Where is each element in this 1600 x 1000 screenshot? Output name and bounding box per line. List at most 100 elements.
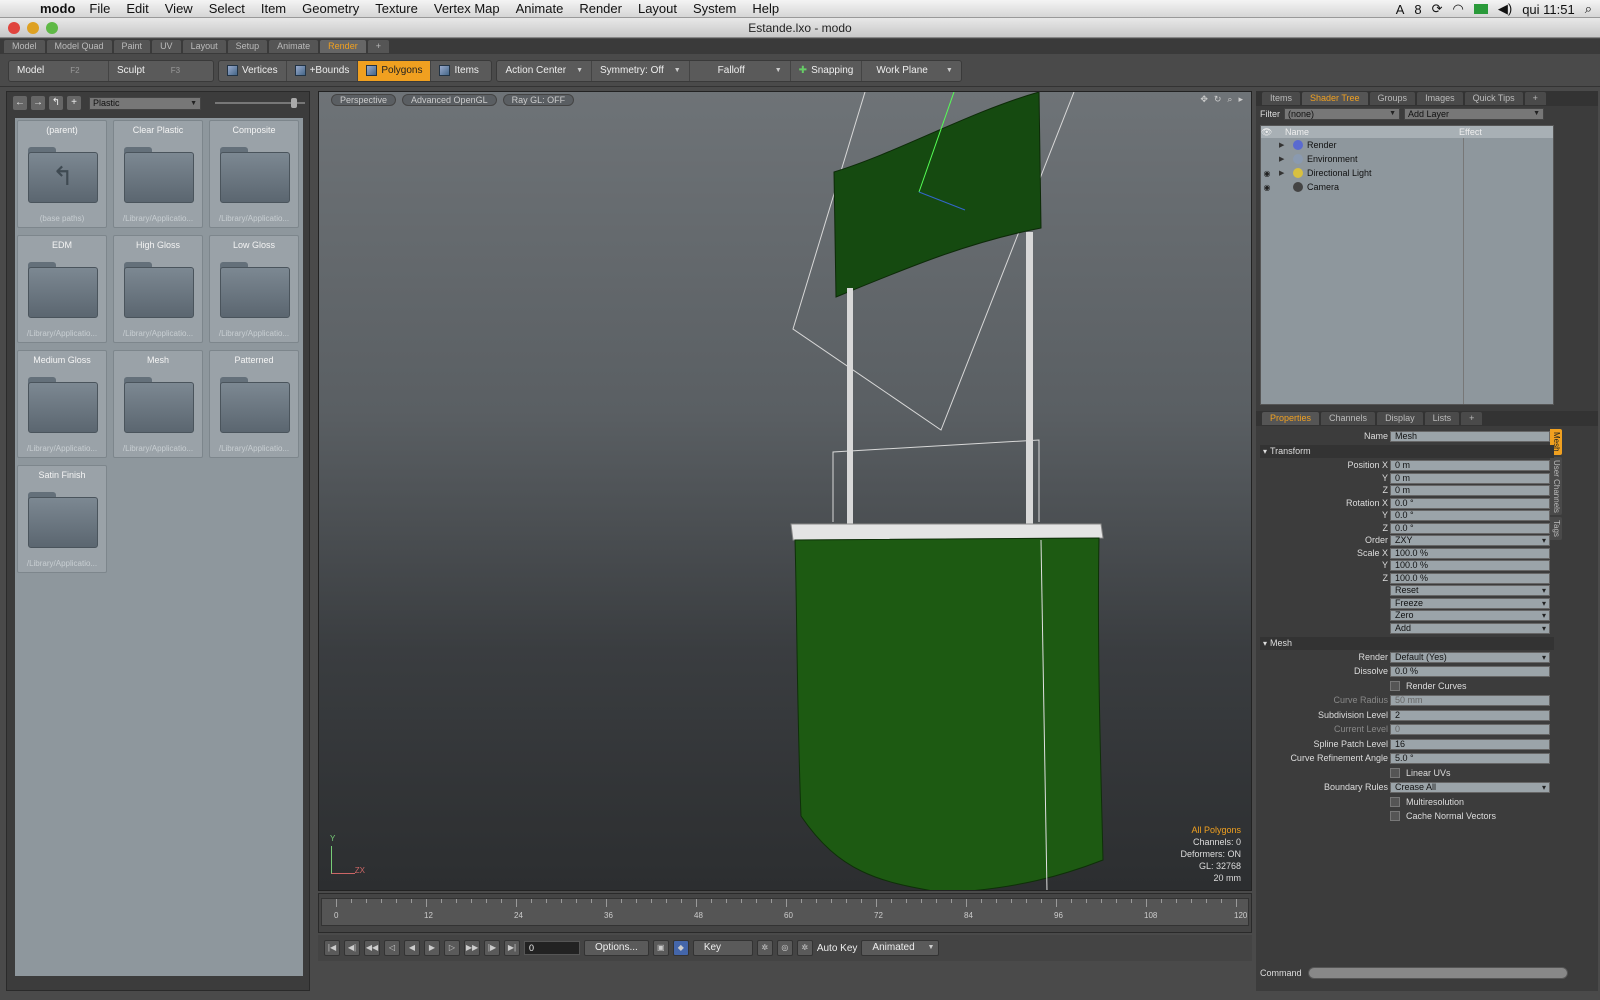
shading-button[interactable]: Advanced OpenGL [402, 94, 497, 106]
tab-display[interactable]: Display [1377, 412, 1423, 425]
shader-tree-row[interactable]: ▶ Environment [1261, 152, 1553, 166]
menu-layout[interactable]: Layout [638, 1, 677, 16]
add-property-tab[interactable]: + [1461, 412, 1483, 425]
rotation-x-field[interactable]: 0.0 ° [1390, 497, 1550, 509]
prev-key-icon[interactable]: ◀| [344, 940, 360, 956]
current-level-field[interactable]: 0 [1390, 724, 1550, 735]
zoom-icon[interactable]: ⌕ [1227, 94, 1232, 105]
model-button[interactable]: Model F2 [9, 60, 109, 81]
tab-channels[interactable]: Channels [1321, 412, 1376, 425]
play-reverse-icon[interactable]: ◀ [404, 940, 420, 956]
add-panel-tab[interactable]: + [1524, 92, 1546, 105]
flag-icon[interactable] [1473, 4, 1488, 14]
tab-groups[interactable]: Groups [1369, 92, 1416, 105]
next-frame-icon[interactable]: ▷ [444, 940, 460, 956]
frame-input[interactable]: 0 [524, 941, 580, 955]
position-x-field[interactable]: 0 m [1390, 460, 1550, 471]
falloff-dropdown[interactable]: Falloff ▼ [690, 60, 791, 81]
add-tab-button[interactable]: + [367, 40, 389, 53]
visibility-eye-icon[interactable]: ◉ [1261, 183, 1273, 192]
cache-normals-checkbox[interactable] [1390, 811, 1400, 821]
filter-select[interactable]: (none) ▼ [1284, 108, 1400, 120]
camera-icon[interactable]: ▣ [652, 940, 669, 956]
prev-frame-icon[interactable]: ◁ [384, 940, 400, 956]
preset-path-select[interactable]: Plastic ▼ [89, 96, 201, 110]
rotation-y-field[interactable]: 0.0 ° [1390, 510, 1550, 521]
clock[interactable]: qui 11:51 [1522, 2, 1575, 17]
dissolve-field[interactable]: 0.0 % [1390, 666, 1550, 677]
add-layer-select[interactable]: Add Layer ▼ [1404, 108, 1544, 120]
add-dropdown[interactable]: Add [1390, 622, 1550, 634]
sync-icon[interactable]: ⟳ [1432, 1, 1443, 17]
key-icon[interactable]: ◆ [672, 940, 689, 956]
tab-quick-tips[interactable]: Quick Tips [1464, 92, 1523, 105]
preset-cell[interactable]: Composite/Library/Applicatio... [209, 120, 299, 228]
tab-uv[interactable]: UV [152, 40, 181, 53]
sculpt-button[interactable]: Sculpt F3 [109, 61, 213, 81]
expand-triangle-icon[interactable]: ▶ [1279, 155, 1289, 163]
expand-icon[interactable]: ▸ [1238, 94, 1243, 105]
preset-cell[interactable]: High Gloss/Library/Applicatio... [113, 235, 203, 343]
animated-dropdown[interactable]: Animated ▼ [861, 940, 940, 956]
shader-tree-row[interactable]: ▶ Render [1261, 138, 1553, 152]
render-curves-checkbox[interactable] [1390, 680, 1400, 691]
zoom-window-icon[interactable] [46, 22, 58, 34]
polygons-button[interactable]: Polygons [358, 60, 432, 81]
items-button[interactable]: Items [431, 61, 491, 81]
name-field[interactable]: Mesh [1390, 431, 1550, 442]
action-center-dropdown[interactable]: Action Center ▼ [497, 60, 593, 81]
record-icon[interactable]: ◎ [776, 940, 793, 956]
preset-cell[interactable]: Medium Gloss/Library/Applicatio... [17, 350, 107, 458]
rotation-z-field[interactable]: 0.0 ° [1390, 522, 1550, 534]
menu-vertex-map[interactable]: Vertex Map [434, 1, 500, 16]
preset-cell[interactable]: Mesh/Library/Applicatio... [113, 350, 203, 458]
freeze-dropdown[interactable]: Freeze [1390, 597, 1550, 609]
tab-paint[interactable]: Paint [113, 40, 151, 53]
curve-refinement-field[interactable]: 5.0 ° [1390, 753, 1550, 764]
key-all-icon[interactable]: ✲ [756, 940, 773, 956]
forward-arrow-icon[interactable]: → [31, 96, 45, 110]
menu-render[interactable]: Render [579, 1, 622, 16]
menu-system[interactable]: System [693, 1, 736, 16]
menu-view[interactable]: View [165, 1, 193, 16]
key-button[interactable]: Key [692, 940, 753, 956]
tab-render[interactable]: Render [320, 40, 366, 53]
symmetry-dropdown[interactable]: Symmetry: Off ▼ [592, 60, 690, 81]
back-arrow-icon[interactable]: ← [13, 96, 27, 110]
up-folder-icon[interactable]: ↰ [49, 96, 63, 110]
reset-dropdown[interactable]: Reset [1390, 585, 1550, 596]
tab-model-quad[interactable]: Model Quad [46, 40, 112, 53]
menu-item[interactable]: Item [261, 1, 286, 16]
tab-layout[interactable]: Layout [182, 40, 226, 53]
section-mesh[interactable]: Mesh [1260, 636, 1554, 650]
linear-uvs-checkbox[interactable] [1390, 767, 1400, 778]
work-plane-dropdown[interactable]: Work Plane ▼ [862, 61, 960, 81]
position-y-field[interactable]: 0 m [1390, 472, 1550, 484]
render-select[interactable]: Default (Yes) [1390, 651, 1550, 663]
tab-model[interactable]: Model [4, 40, 45, 53]
expand-triangle-icon[interactable]: ▶ [1279, 169, 1289, 177]
command-input[interactable] [1307, 967, 1568, 979]
preset-cell[interactable]: Patterned/Library/Applicatio... [209, 350, 299, 458]
auto-key-icon[interactable]: ✲ [796, 940, 813, 956]
timeline-ruler[interactable]: 0 12 24 36 48 60 72 84 96 108 120 [321, 898, 1249, 926]
tab-animate[interactable]: Animate [269, 40, 319, 53]
boundary-rules-select[interactable]: Crease All [1390, 782, 1550, 793]
pan-icon[interactable]: ✥ [1200, 94, 1208, 105]
snapping-button[interactable]: ✚ Snapping [791, 60, 863, 81]
shader-tree-row[interactable]: ◉ Camera [1261, 180, 1553, 194]
menu-select[interactable]: Select [209, 1, 245, 16]
add-icon[interactable]: + [67, 96, 81, 110]
section-transform[interactable]: Transform [1260, 445, 1554, 458]
vertices-button[interactable]: Vertices [219, 60, 287, 81]
position-z-field[interactable]: 0 m [1390, 485, 1550, 496]
options-button[interactable]: Options... [584, 940, 649, 956]
preset-cell[interactable]: Low Gloss/Library/Applicatio... [209, 235, 299, 343]
wifi-icon[interactable]: ◠ [1453, 1, 1464, 17]
subdivision-field[interactable]: 2 [1390, 709, 1550, 721]
rotate-icon[interactable]: ↻ [1214, 94, 1222, 105]
menu-file[interactable]: File [89, 1, 110, 16]
bounds-button[interactable]: +Bounds [287, 60, 359, 81]
3d-viewport[interactable]: Perspective Advanced OpenGL Ray GL: OFF … [318, 91, 1252, 891]
step-back-icon[interactable]: ◀◀ [364, 940, 380, 956]
